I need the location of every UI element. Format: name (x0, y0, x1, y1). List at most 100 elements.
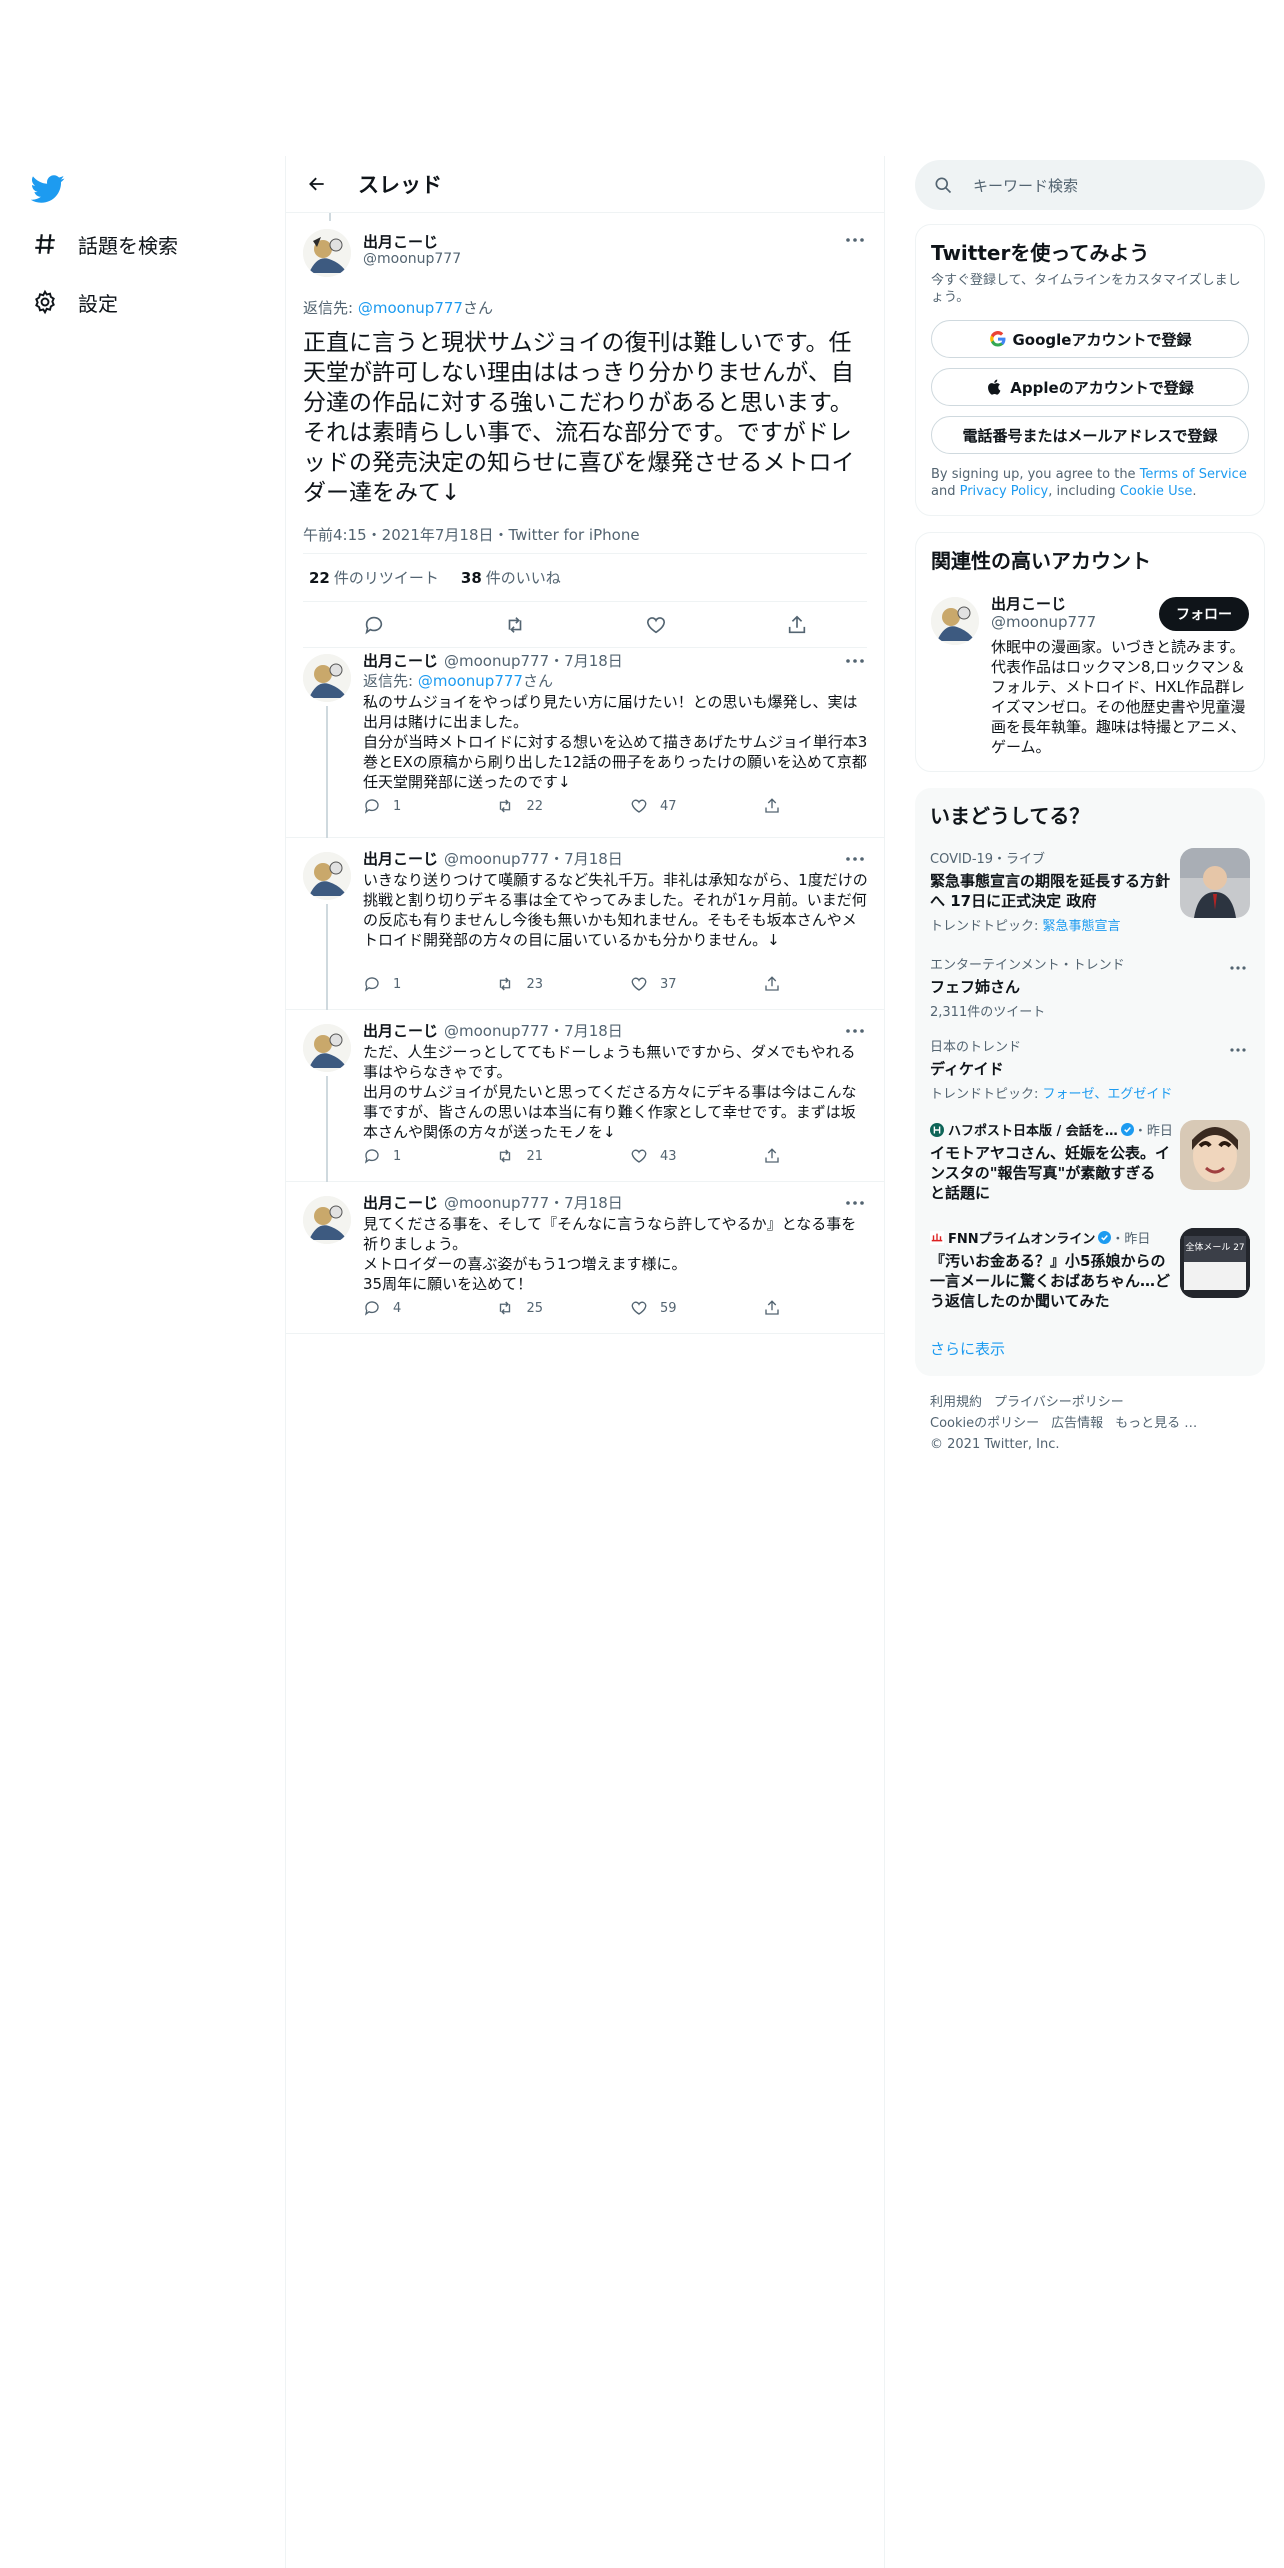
like-count-label[interactable]: 件のいいね (486, 567, 561, 588)
retweet-icon (500, 977, 511, 991)
reply-icon (364, 616, 382, 634)
search-input[interactable]: キーワード検索 (915, 160, 1265, 210)
retweet-icon (508, 616, 521, 633)
trend-item[interactable]: FNNプライムオンライン ・昨日 『汚いお金ある？』小5孫娘からの一言メールに驚… (915, 1228, 1265, 1310)
related-title: 関連性の高いアカウント (931, 549, 1151, 573)
retweet-count-label[interactable]: 件のリツイート (334, 567, 439, 588)
search-placeholder: キーワード検索 (973, 176, 1079, 195)
nav-settings[interactable]: 設定 (30, 278, 118, 326)
phone-email-signup-button[interactable]: 電話番号またはメールアドレスで登録 (931, 416, 1249, 454)
cookie-link[interactable]: Cookie Use (1120, 484, 1193, 499)
apple-signup-label: Appleのアカウントで登録 (1010, 378, 1194, 397)
author-name[interactable]: 出月こーじ (363, 1194, 438, 1212)
author-handle-date[interactable]: @moonup777・7月18日 (444, 1022, 623, 1040)
trend-title: フェフ姉さん (930, 978, 1021, 996)
like-count: 43 (659, 1148, 677, 1164)
retweet-button[interactable]: 21 (496, 1147, 629, 1165)
footer-link[interactable]: Cookieのポリシー (930, 1416, 1039, 1431)
more-options-icon[interactable] (843, 652, 867, 670)
trend-item[interactable]: ハフポスト日本版 / 会話を… ・昨日 イモトアヤコさん、妊娠を公表。インスタの… (915, 1120, 1265, 1202)
retweet-button[interactable]: 22 (496, 797, 629, 815)
google-signup-button[interactable]: Googleアカウントで登録 (931, 320, 1249, 358)
more-options-icon[interactable] (1228, 958, 1248, 972)
tweet-timestamp[interactable]: 午前4:15・2021年7月18日・Twitter for iPhone (303, 524, 867, 554)
more-options-icon[interactable] (843, 1022, 867, 1040)
share-button[interactable] (763, 797, 803, 815)
avatar[interactable] (303, 1196, 351, 1244)
retweet-button[interactable]: 23 (496, 975, 629, 993)
trend-item[interactable]: 日本のトレンド ディケイド トレンドトピック: フォーゼ、エグゼイド (915, 1036, 1265, 1102)
privacy-link[interactable]: Privacy Policy (960, 484, 1049, 499)
footer-link[interactable]: もっと見る … (1115, 1416, 1197, 1431)
reply-tweet[interactable]: 出月こーじ @moonup777・7月18日 いきなり送りつけて嘆願するなど失礼千… (286, 838, 884, 1010)
share-button[interactable] (763, 975, 803, 993)
like-button[interactable] (638, 607, 674, 643)
trend-topic-link[interactable]: フォーゼ、エグゼイド (1043, 1087, 1173, 1102)
like-button[interactable]: 59 (630, 1299, 763, 1317)
author-name[interactable]: 出月こーじ (363, 850, 438, 868)
replying-to-link[interactable]: @moonup777 (418, 672, 523, 690)
avatar[interactable] (303, 852, 351, 900)
retweet-count[interactable]: 22 (309, 569, 330, 587)
like-button[interactable]: 37 (630, 975, 763, 993)
author-handle-date[interactable]: @moonup777・7月18日 (444, 652, 623, 670)
footer-link[interactable]: 広告情報 (1051, 1416, 1103, 1431)
like-button[interactable]: 43 (630, 1147, 763, 1165)
related-account-handle[interactable]: @moonup777 (991, 613, 1096, 631)
follow-button[interactable]: フォロー (1159, 597, 1249, 631)
footer-link[interactable]: 利用規約 (930, 1395, 982, 1410)
avatar[interactable] (303, 229, 351, 277)
footer-link[interactable]: プライバシーポリシー (994, 1395, 1124, 1410)
share-button[interactable] (763, 1299, 803, 1317)
trend-item[interactable]: エンターテインメント・トレンド フェフ姉さん 2,311件のツイート (915, 954, 1265, 1020)
trend-item[interactable]: COVID-19・ライブ 緊急事態宣言の期限を延長する方針へ 17日に正式決定 … (915, 848, 1265, 934)
author-handle-date[interactable]: @moonup777・7月18日 (444, 1194, 623, 1212)
trend-thumbnail: 全体メール 27 (1180, 1228, 1250, 1298)
signup-terms: By signing up, you agree to the Terms of… (931, 467, 1247, 499)
apple-signup-button[interactable]: Appleのアカウントで登録 (931, 368, 1249, 406)
tweet-actions: 4 25 59 (363, 1296, 803, 1320)
more-options-icon[interactable] (843, 1194, 867, 1212)
author-name[interactable]: 出月こーじ (363, 1022, 438, 1040)
avatar[interactable] (303, 1024, 351, 1072)
related-account-name[interactable]: 出月こーじ (991, 593, 1066, 614)
more-options-icon[interactable] (1228, 1040, 1248, 1054)
related-account-bio: 休眠中の漫画家。いづきと読みます。代表作品はロックマン8,ロックマン＆フォルテ、… (991, 638, 1246, 756)
twitter-bird-icon[interactable] (30, 172, 65, 206)
tweet-text: いきなり送りつけて嘆願するなど失礼千万。非礼は承知ながら、1度だけの挑戦と割り切… (363, 871, 868, 949)
retweet-button[interactable] (497, 607, 533, 643)
hashtag-icon (30, 229, 60, 259)
author-name[interactable]: 出月こーじ (363, 231, 438, 252)
avatar[interactable] (931, 597, 979, 645)
author-name[interactable]: 出月こーじ (363, 652, 438, 670)
reply-button[interactable]: 1 (363, 1147, 496, 1165)
reply-button[interactable] (356, 607, 392, 643)
trends-card: いまどうしてる？ COVID-19・ライブ 緊急事態宣言の期限を延長する方針へ … (915, 788, 1265, 1376)
share-button[interactable] (763, 1147, 803, 1165)
replying-to-link[interactable]: @moonup777 (358, 299, 463, 317)
arrow-left-icon (309, 177, 324, 191)
replying-to: 返信先: @moonup777さん (303, 299, 493, 317)
like-count: 47 (659, 798, 677, 814)
google-icon (989, 331, 1005, 347)
nav-explore[interactable]: 話題を検索 (30, 220, 178, 268)
terms-link[interactable]: Terms of Service (1140, 467, 1247, 482)
author-handle[interactable]: @moonup777 (363, 251, 461, 267)
reply-button[interactable]: 1 (363, 975, 496, 993)
reply-tweet[interactable]: 出月こーじ @moonup777・7月18日 返信先: @moonup777さん … (286, 640, 884, 838)
reply-tweet[interactable]: 出月こーじ @moonup777・7月18日 見てくださる事を、そして『そんなに言… (286, 1182, 884, 1334)
back-button[interactable] (300, 167, 334, 201)
trend-topic-link[interactable]: 緊急事態宣言 (1043, 919, 1121, 934)
like-count[interactable]: 38 (461, 569, 482, 587)
avatar[interactable] (303, 654, 351, 702)
author-handle-date[interactable]: @moonup777・7月18日 (444, 850, 623, 868)
show-more-link[interactable]: さらに表示 (930, 1338, 1005, 1359)
share-button[interactable] (779, 607, 815, 643)
more-options-icon[interactable] (843, 850, 867, 868)
reply-button[interactable]: 1 (363, 797, 496, 815)
reply-button[interactable]: 4 (363, 1299, 496, 1317)
like-button[interactable]: 47 (630, 797, 763, 815)
more-options-icon[interactable] (843, 231, 867, 249)
reply-tweet[interactable]: 出月こーじ @moonup777・7月18日 ただ、人生ジーっとしててもドーしょう… (286, 1010, 884, 1182)
retweet-button[interactable]: 25 (496, 1299, 629, 1317)
